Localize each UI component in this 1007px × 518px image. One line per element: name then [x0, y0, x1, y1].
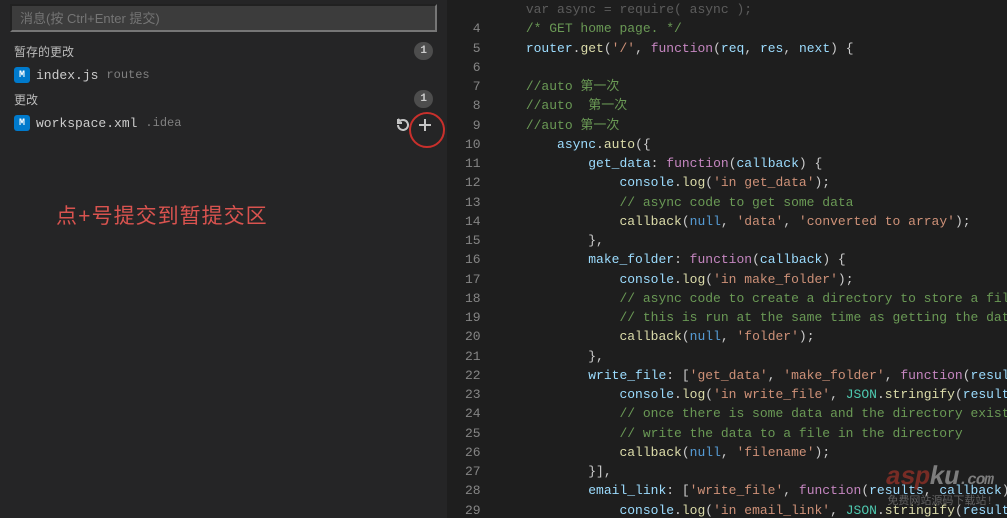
file-row[interactable]: M workspace.xml .idea: [0, 112, 447, 134]
code-line[interactable]: var async = require( async );: [495, 0, 1007, 19]
code-line[interactable]: //auto 第一次: [495, 116, 1007, 135]
changes-header[interactable]: 更改 1: [0, 86, 447, 112]
line-number: 9: [465, 116, 481, 135]
line-number: 25: [465, 424, 481, 443]
line-number: 8: [465, 96, 481, 115]
file-row[interactable]: M index.js routes: [0, 64, 447, 86]
line-number: 13: [465, 193, 481, 212]
code-line[interactable]: }],: [495, 462, 1007, 481]
code-line[interactable]: get_data: function(callback) {: [495, 154, 1007, 173]
code-line[interactable]: // once there is some data and the direc…: [495, 404, 1007, 423]
line-number-gutter: 4567891011121314151617181920212223242526…: [447, 0, 495, 518]
line-number: 17: [465, 270, 481, 289]
line-number: 20: [465, 327, 481, 346]
changes-count: 1: [414, 90, 433, 108]
code-line[interactable]: console.log('in email_link', JSON.string…: [495, 501, 1007, 518]
code-line[interactable]: make_folder: function(callback) {: [495, 250, 1007, 269]
row-actions: [395, 117, 433, 137]
code-line[interactable]: console.log('in write_file', JSON.string…: [495, 385, 1007, 404]
code-line[interactable]: callback(null, 'data', 'converted to arr…: [495, 212, 1007, 231]
annotation-text: 点+号提交到暂提交区: [56, 200, 268, 230]
file-dir: .idea: [145, 116, 181, 130]
code-line[interactable]: // this is run at the same time as getti…: [495, 308, 1007, 327]
code-line[interactable]: callback(null, 'folder');: [495, 327, 1007, 346]
line-number: 15: [465, 231, 481, 250]
line-number: 18: [465, 289, 481, 308]
line-number: 16: [465, 250, 481, 269]
line-number: 11: [465, 154, 481, 173]
line-number: 29: [465, 501, 481, 518]
line-number: [465, 0, 481, 19]
source-control-panel: 暂存的更改 1 M index.js routes 更改 1 M workspa…: [0, 0, 447, 518]
code-line[interactable]: // async code to get some data: [495, 193, 1007, 212]
line-number: 27: [465, 462, 481, 481]
line-number: 21: [465, 347, 481, 366]
code-line[interactable]: callback(null, 'filename');: [495, 443, 1007, 462]
commit-message-input[interactable]: [10, 4, 437, 32]
line-number: 24: [465, 404, 481, 423]
code-area[interactable]: var async = require( async ); /* GET hom…: [495, 0, 1007, 518]
code-line[interactable]: // write the data to a file in the direc…: [495, 424, 1007, 443]
code-line[interactable]: //auto 第一次: [495, 77, 1007, 96]
line-number: 10: [465, 135, 481, 154]
line-number: 28: [465, 481, 481, 500]
line-number: 6: [465, 58, 481, 77]
file-name: workspace.xml: [36, 116, 137, 131]
file-name: index.js: [36, 68, 98, 83]
staged-changes-count: 1: [414, 42, 433, 60]
code-line[interactable]: },: [495, 231, 1007, 250]
discard-changes-icon[interactable]: [395, 117, 411, 137]
staged-changes-header[interactable]: 暂存的更改 1: [0, 38, 447, 64]
line-number: 22: [465, 366, 481, 385]
line-number: 19: [465, 308, 481, 327]
code-editor[interactable]: 4567891011121314151617181920212223242526…: [447, 0, 1007, 518]
code-line[interactable]: /* GET home page. */: [495, 19, 1007, 38]
code-line[interactable]: write_file: ['get_data', 'make_folder', …: [495, 366, 1007, 385]
stage-changes-icon[interactable]: [417, 117, 433, 137]
code-line[interactable]: console.log('in make_folder');: [495, 270, 1007, 289]
line-number: 5: [465, 39, 481, 58]
code-line[interactable]: async.auto({: [495, 135, 1007, 154]
code-line[interactable]: console.log('in get_data');: [495, 173, 1007, 192]
code-line[interactable]: // async code to create a directory to s…: [495, 289, 1007, 308]
line-number: 12: [465, 173, 481, 192]
modified-status-badge: M: [14, 115, 30, 131]
line-number: 14: [465, 212, 481, 231]
code-line[interactable]: //auto 第一次: [495, 96, 1007, 115]
changes-title: 更改: [14, 91, 414, 108]
line-number: 26: [465, 443, 481, 462]
file-dir: routes: [106, 68, 149, 82]
code-line[interactable]: router.get('/', function(req, res, next)…: [495, 39, 1007, 58]
code-line[interactable]: email_link: ['write_file', function(resu…: [495, 481, 1007, 500]
line-number: 23: [465, 385, 481, 404]
line-number: 4: [465, 19, 481, 38]
code-line[interactable]: },: [495, 347, 1007, 366]
line-number: 7: [465, 77, 481, 96]
code-line[interactable]: [495, 58, 1007, 77]
staged-changes-title: 暂存的更改: [14, 43, 414, 60]
modified-status-badge: M: [14, 67, 30, 83]
